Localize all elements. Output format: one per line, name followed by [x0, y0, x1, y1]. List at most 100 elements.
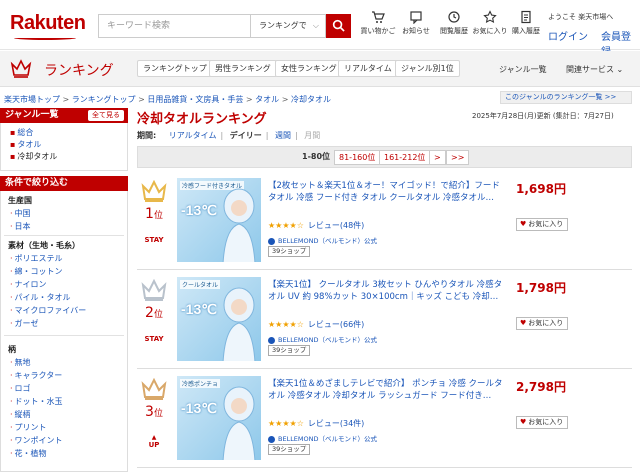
cart-button[interactable]: 買い物かご — [358, 10, 398, 36]
page-link[interactable]: 161-212位 — [379, 150, 431, 165]
last-page-button[interactable]: >> — [446, 150, 470, 165]
divider — [4, 335, 124, 336]
add-favorite-button[interactable]: ♥ お気に入り — [516, 317, 569, 330]
favorite-button[interactable]: お気に入り — [470, 10, 510, 36]
bullet-icon: · — [10, 280, 13, 289]
crown-medal-icon — [141, 378, 167, 400]
bullet-icon: · — [10, 254, 13, 263]
notification-button[interactable]: お知らせ — [396, 10, 436, 36]
breadcrumb-item[interactable]: タオル — [255, 95, 279, 104]
filter-item[interactable]: · 花・植物 — [10, 448, 47, 459]
filter-item[interactable]: · プリント — [10, 422, 47, 433]
nav-ranking-top[interactable]: ランキングトップ — [137, 60, 213, 77]
cart-icon — [372, 11, 385, 23]
search-button[interactable] — [326, 14, 351, 38]
add-favorite-button[interactable]: ♥ お気に入り — [516, 218, 569, 231]
filter-item[interactable]: · ナイロン — [10, 279, 47, 290]
shop-link[interactable]: BELLEMOND（ベルモンド）公式 — [278, 237, 377, 245]
product-image[interactable]: 冷感ポンチョ -13℃ — [177, 376, 261, 460]
sidebar-genre-item[interactable]: ▪ 総合 — [10, 127, 33, 138]
related-services-menu[interactable]: 関連サービス ⌄ — [566, 64, 623, 75]
favorite-icon — [483, 10, 497, 24]
breadcrumb-item[interactable]: ランキングトップ — [72, 95, 136, 104]
bullet-icon: · — [10, 384, 13, 393]
product-title-link[interactable]: 【楽天1位】 クールタオル 3枚セット ひんやりタオル 冷感タオル UV 約 9… — [268, 279, 508, 303]
nav-female-ranking[interactable]: 女性ランキング — [275, 60, 343, 77]
filter-item[interactable]: · 綿・コットン — [10, 266, 63, 277]
review-link[interactable]: レビュー(34件) — [308, 419, 364, 428]
login-link[interactable]: ログイン — [548, 28, 588, 43]
purchase-history-icon — [521, 10, 531, 24]
product-image-temp: -13℃ — [181, 400, 217, 416]
filter-item[interactable]: · ロゴ — [10, 383, 31, 394]
product-image[interactable]: クールタオル -13℃ — [177, 277, 261, 361]
history-button[interactable]: 閲覧履歴 — [434, 10, 474, 36]
purchase-history-label: 購入履歴 — [512, 27, 540, 35]
rank-value: 2 — [145, 305, 154, 321]
rank-number: 2位 — [137, 305, 171, 321]
add-favorite-button[interactable]: ♥ お気に入り — [516, 416, 569, 429]
shop-link[interactable]: BELLEMOND（ベルモンド）公式 — [278, 336, 377, 344]
filter-item-label: 花・植物 — [14, 449, 47, 458]
shop-icon — [268, 435, 275, 443]
bullet-icon: · — [10, 358, 13, 367]
star-rating-icon: ★★★★☆ — [268, 419, 304, 428]
welcome-text: ようこそ 楽天市場へ — [548, 13, 614, 21]
product-price: 2,798円 — [516, 380, 566, 394]
period-monthly: 月間 — [304, 131, 321, 140]
sidebar-genre-item[interactable]: ▪ タオル — [10, 139, 41, 150]
genre-list-menu[interactable]: ジャンル一覧 — [499, 64, 547, 75]
filter-item[interactable]: · キャラクター — [10, 370, 62, 381]
product-title-link[interactable]: 【楽天1位＆めざましテレビで紹介】 ポンチョ 冷感 クールタオル 冷感タオル 冷… — [268, 378, 508, 402]
filter-item[interactable]: · 無地 — [10, 357, 31, 368]
product-image[interactable]: 冷感フード付きタオル -13℃ — [177, 178, 261, 262]
shop-link[interactable]: BELLEMOND（ベルモンド）公式 — [278, 435, 377, 443]
filter-item-label: ロゴ — [14, 384, 31, 393]
search-input[interactable]: キーワード検索 — [98, 14, 250, 38]
see-all-button[interactable]: 全て見る — [88, 110, 124, 121]
filter-item[interactable]: · 中国 — [10, 208, 31, 219]
filter-item[interactable]: · パイル・タオル — [10, 292, 71, 303]
notification-label: お知らせ — [402, 27, 430, 35]
filter-item-label: キャラクター — [14, 371, 63, 380]
nav-male-ranking[interactable]: 男性ランキング — [209, 60, 277, 77]
rank-value: 3 — [145, 404, 154, 420]
bullet-icon: · — [10, 371, 13, 380]
next-page-button[interactable]: > — [429, 150, 446, 165]
rating: ★★★★☆ レビュー(66件) — [268, 319, 364, 330]
favorite-button-label: お気に入り — [528, 220, 564, 228]
filter-item-label: マイクロファイバー — [14, 306, 87, 315]
shop-badge: 39ショップ — [268, 444, 311, 455]
ranking-title[interactable]: ランキング — [44, 60, 114, 80]
sidebar-filter-title: 条件で絞り込む — [5, 178, 69, 188]
filter-item[interactable]: · マイクロファイバー — [10, 305, 86, 316]
filter-group-title: 柄 — [8, 345, 16, 354]
divider: | — [220, 131, 224, 140]
breadcrumb-separator: > — [60, 95, 72, 104]
filter-item[interactable]: · ポリエステル — [10, 253, 63, 264]
breadcrumb-item[interactable]: 冷却タオル — [291, 95, 331, 104]
breadcrumb-item[interactable]: 楽天市場トップ — [4, 95, 60, 104]
filter-item[interactable]: · ワンポイント — [10, 435, 63, 446]
filter-item[interactable]: · 日本 — [10, 221, 31, 232]
purchase-history-button[interactable]: 購入履歴 — [506, 10, 546, 36]
period-realtime[interactable]: リアルタイム — [169, 131, 217, 140]
search-scope-label: ランキングで — [259, 21, 307, 30]
filter-item[interactable]: · ガーゼ — [10, 318, 39, 329]
period-weekly[interactable]: 週間 — [275, 131, 291, 140]
product-title-link[interactable]: 【2枚セット＆楽天1位＆オー！マイゴッド！で紹介】フードタオル 冷感 フード付き… — [268, 180, 508, 204]
rakuten-logo[interactable]: Rakuten — [10, 12, 86, 35]
nav-realtime[interactable]: リアルタイム — [338, 60, 398, 77]
star-rating-icon: ★★★★☆ — [268, 320, 304, 329]
search-scope-select[interactable]: ランキングで ⌵ — [250, 14, 326, 38]
filter-item[interactable]: · 縦柄 — [10, 409, 31, 420]
filter-item[interactable]: · ドット・水玉 — [10, 396, 63, 407]
period-daily[interactable]: デイリー — [230, 131, 262, 140]
page-link[interactable]: 81-160位 — [334, 150, 381, 165]
genre-ranking-list-link[interactable]: このジャンルのランキング一覧 >> — [500, 91, 632, 104]
review-link[interactable]: レビュー(48件) — [308, 221, 364, 230]
breadcrumb-item[interactable]: 日用品雑貨・文房具・手芸 — [147, 95, 243, 104]
review-link[interactable]: レビュー(66件) — [308, 320, 364, 329]
nav-genre-first[interactable]: ジャンル別1位 — [395, 60, 460, 77]
divider: | — [295, 131, 298, 140]
